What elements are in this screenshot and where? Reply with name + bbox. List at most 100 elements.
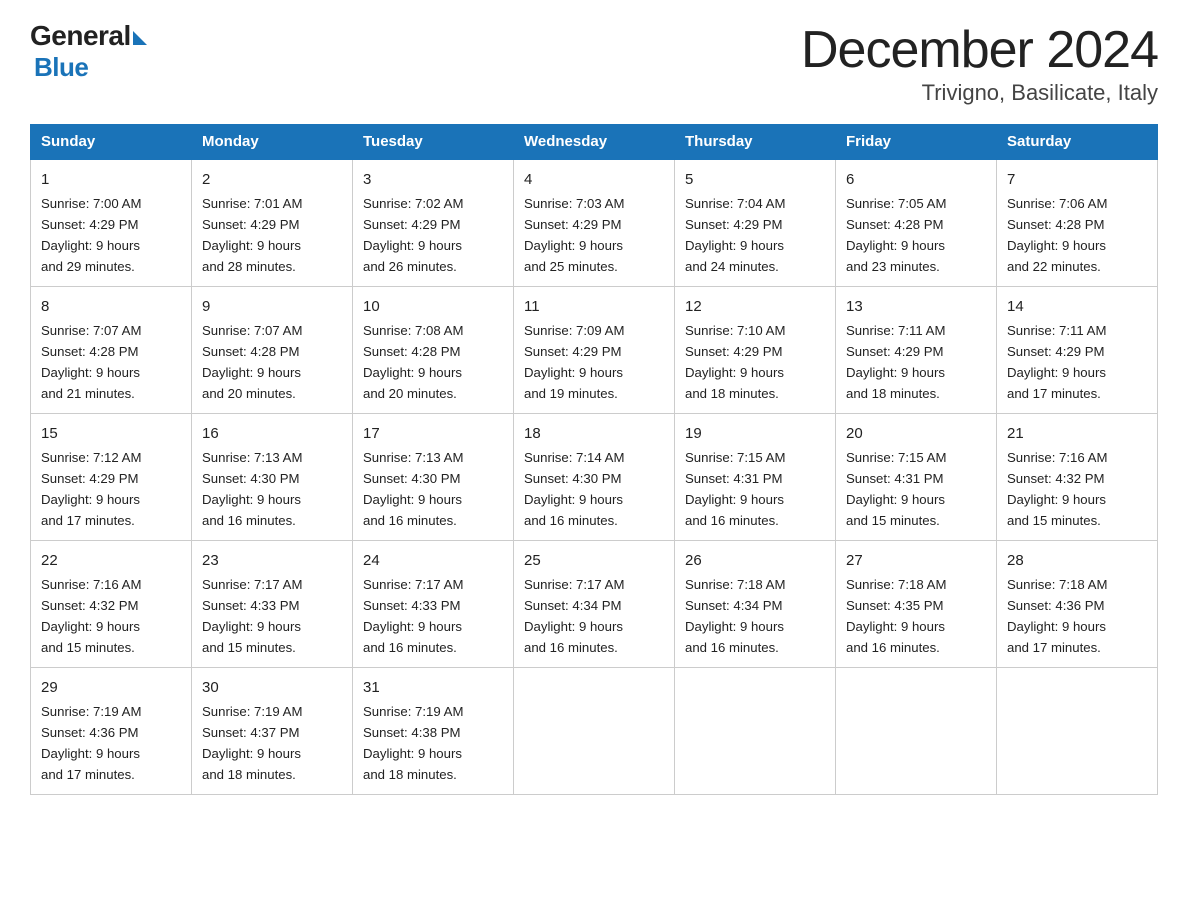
week-row-5: 29Sunrise: 7:19 AM Sunset: 4:36 PM Dayli… (31, 667, 1158, 794)
calendar-cell: 16 Sunrise: 7:13 AM Sunset: 4:30 PM Dayli… (192, 413, 353, 540)
calendar-cell: 23 Sunrise: 7:17 AM Sunset: 4:33 PM Dayli… (192, 540, 353, 667)
day-number: 18 (524, 422, 664, 445)
day-number: 11 (524, 295, 664, 318)
day-info: Sunrise: 7:11 AM Sunset: 4:29 PM Dayligh… (846, 323, 945, 401)
day-info: Sunrise: 7:07 AM Sunset: 4:28 PM Dayligh… (202, 323, 302, 401)
calendar-cell: 11 Sunrise: 7:09 AM Sunset: 4:29 PM Dayli… (514, 286, 675, 413)
day-info: Sunrise: 7:09 AM Sunset: 4:29 PM Dayligh… (524, 323, 624, 401)
calendar-cell: 15Sunrise: 7:12 AM Sunset: 4:29 PM Dayli… (31, 413, 192, 540)
logo-underline: Blue (34, 52, 88, 83)
day-number: 20 (846, 422, 986, 445)
calendar-cell: 3Sunrise: 7:02 AM Sunset: 4:29 PM Daylig… (353, 159, 514, 286)
day-number: 13 (846, 295, 986, 318)
day-info: Sunrise: 7:15 AM Sunset: 4:31 PM Dayligh… (685, 450, 785, 528)
day-number: 4 (524, 168, 664, 191)
calendar-cell: 4 Sunrise: 7:03 AM Sunset: 4:29 PM Daylig… (514, 159, 675, 286)
day-number: 28 (1007, 549, 1147, 572)
calendar-cell: 14 Sunrise: 7:11 AM Sunset: 4:29 PM Dayli… (997, 286, 1158, 413)
page-title: December 2024 (801, 20, 1158, 80)
calendar-cell: 27Sunrise: 7:18 AM Sunset: 4:35 PM Dayli… (836, 540, 997, 667)
day-info: Sunrise: 7:06 AM Sunset: 4:28 PM Dayligh… (1007, 196, 1107, 274)
calendar-cell (997, 667, 1158, 794)
calendar-cell: 1Sunrise: 7:00 AM Sunset: 4:29 PM Daylig… (31, 159, 192, 286)
day-info: Sunrise: 7:08 AM Sunset: 4:28 PM Dayligh… (363, 323, 463, 401)
calendar-cell: 6 Sunrise: 7:05 AM Sunset: 4:28 PM Daylig… (836, 159, 997, 286)
calendar-body: 1Sunrise: 7:00 AM Sunset: 4:29 PM Daylig… (31, 159, 1158, 794)
day-info: Sunrise: 7:13 AM Sunset: 4:30 PM Dayligh… (202, 450, 302, 528)
calendar-cell: 21Sunrise: 7:16 AM Sunset: 4:32 PM Dayli… (997, 413, 1158, 540)
day-info: Sunrise: 7:19 AM Sunset: 4:36 PM Dayligh… (41, 704, 141, 782)
day-number: 7 (1007, 168, 1147, 191)
day-info: Sunrise: 7:11 AM Sunset: 4:29 PM Dayligh… (1007, 323, 1106, 401)
day-info: Sunrise: 7:16 AM Sunset: 4:32 PM Dayligh… (41, 577, 141, 655)
week-row-3: 15Sunrise: 7:12 AM Sunset: 4:29 PM Dayli… (31, 413, 1158, 540)
header-sunday: Sunday (31, 125, 192, 160)
day-info: Sunrise: 7:18 AM Sunset: 4:34 PM Dayligh… (685, 577, 785, 655)
calendar-cell: 22 Sunrise: 7:16 AM Sunset: 4:32 PM Dayli… (31, 540, 192, 667)
day-info: Sunrise: 7:18 AM Sunset: 4:36 PM Dayligh… (1007, 577, 1107, 655)
calendar-cell: 13 Sunrise: 7:11 AM Sunset: 4:29 PM Dayli… (836, 286, 997, 413)
day-number: 14 (1007, 295, 1147, 318)
day-info: Sunrise: 7:13 AM Sunset: 4:30 PM Dayligh… (363, 450, 463, 528)
calendar-cell: 28 Sunrise: 7:18 AM Sunset: 4:36 PM Dayli… (997, 540, 1158, 667)
day-info: Sunrise: 7:14 AM Sunset: 4:30 PM Dayligh… (524, 450, 624, 528)
calendar-cell: 25 Sunrise: 7:17 AM Sunset: 4:34 PM Dayli… (514, 540, 675, 667)
calendar-cell: 30Sunrise: 7:19 AM Sunset: 4:37 PM Dayli… (192, 667, 353, 794)
calendar-cell: 18 Sunrise: 7:14 AM Sunset: 4:30 PM Dayli… (514, 413, 675, 540)
page-subtitle: Trivigno, Basilicate, Italy (801, 80, 1158, 106)
day-info: Sunrise: 7:16 AM Sunset: 4:32 PM Dayligh… (1007, 450, 1107, 528)
calendar-table: SundayMondayTuesdayWednesdayThursdayFrid… (30, 124, 1158, 795)
day-info: Sunrise: 7:01 AM Sunset: 4:29 PM Dayligh… (202, 196, 302, 274)
day-number: 31 (363, 676, 503, 699)
day-number: 5 (685, 168, 825, 191)
header-tuesday: Tuesday (353, 125, 514, 160)
day-number: 16 (202, 422, 342, 445)
day-info: Sunrise: 7:00 AM Sunset: 4:29 PM Dayligh… (41, 196, 141, 274)
calendar-cell (675, 667, 836, 794)
page-header: General Blue December 2024 Trivigno, Bas… (30, 20, 1158, 106)
day-info: Sunrise: 7:15 AM Sunset: 4:31 PM Dayligh… (846, 450, 946, 528)
day-info: Sunrise: 7:03 AM Sunset: 4:29 PM Dayligh… (524, 196, 624, 274)
day-number: 12 (685, 295, 825, 318)
day-info: Sunrise: 7:17 AM Sunset: 4:34 PM Dayligh… (524, 577, 624, 655)
day-number: 2 (202, 168, 342, 191)
day-number: 25 (524, 549, 664, 572)
day-number: 24 (363, 549, 503, 572)
day-number: 6 (846, 168, 986, 191)
calendar-cell: 20 Sunrise: 7:15 AM Sunset: 4:31 PM Dayli… (836, 413, 997, 540)
day-number: 30 (202, 676, 342, 699)
day-number: 19 (685, 422, 825, 445)
day-info: Sunrise: 7:18 AM Sunset: 4:35 PM Dayligh… (846, 577, 946, 655)
calendar-cell (836, 667, 997, 794)
day-number: 10 (363, 295, 503, 318)
title-block: December 2024 Trivigno, Basilicate, Ital… (801, 20, 1158, 106)
day-info: Sunrise: 7:19 AM Sunset: 4:38 PM Dayligh… (363, 704, 463, 782)
day-number: 9 (202, 295, 342, 318)
day-info: Sunrise: 7:17 AM Sunset: 4:33 PM Dayligh… (363, 577, 463, 655)
day-info: Sunrise: 7:05 AM Sunset: 4:28 PM Dayligh… (846, 196, 946, 274)
calendar-cell (514, 667, 675, 794)
day-number: 15 (41, 422, 181, 445)
calendar-cell: 31 Sunrise: 7:19 AM Sunset: 4:38 PM Dayli… (353, 667, 514, 794)
calendar-cell: 2 Sunrise: 7:01 AM Sunset: 4:29 PM Daylig… (192, 159, 353, 286)
calendar-cell: 9 Sunrise: 7:07 AM Sunset: 4:28 PM Daylig… (192, 286, 353, 413)
header-friday: Friday (836, 125, 997, 160)
calendar-cell: 17Sunrise: 7:13 AM Sunset: 4:30 PM Dayli… (353, 413, 514, 540)
day-info: Sunrise: 7:10 AM Sunset: 4:29 PM Dayligh… (685, 323, 785, 401)
day-number: 8 (41, 295, 181, 318)
day-info: Sunrise: 7:02 AM Sunset: 4:29 PM Dayligh… (363, 196, 463, 274)
calendar-cell: 5Sunrise: 7:04 AM Sunset: 4:29 PM Daylig… (675, 159, 836, 286)
header-row: SundayMondayTuesdayWednesdayThursdayFrid… (31, 125, 1158, 160)
calendar-header: SundayMondayTuesdayWednesdayThursdayFrid… (31, 125, 1158, 160)
calendar-cell: 10 Sunrise: 7:08 AM Sunset: 4:28 PM Dayli… (353, 286, 514, 413)
day-info: Sunrise: 7:17 AM Sunset: 4:33 PM Dayligh… (202, 577, 302, 655)
header-wednesday: Wednesday (514, 125, 675, 160)
day-info: Sunrise: 7:07 AM Sunset: 4:28 PM Dayligh… (41, 323, 141, 401)
calendar-cell: 12 Sunrise: 7:10 AM Sunset: 4:29 PM Dayli… (675, 286, 836, 413)
calendar-cell: 8 Sunrise: 7:07 AM Sunset: 4:28 PM Daylig… (31, 286, 192, 413)
logo-triangle-icon (133, 31, 147, 45)
logo-general-text: General (30, 20, 131, 52)
day-number: 23 (202, 549, 342, 572)
calendar-cell: 24 Sunrise: 7:17 AM Sunset: 4:33 PM Dayli… (353, 540, 514, 667)
day-number: 22 (41, 549, 181, 572)
